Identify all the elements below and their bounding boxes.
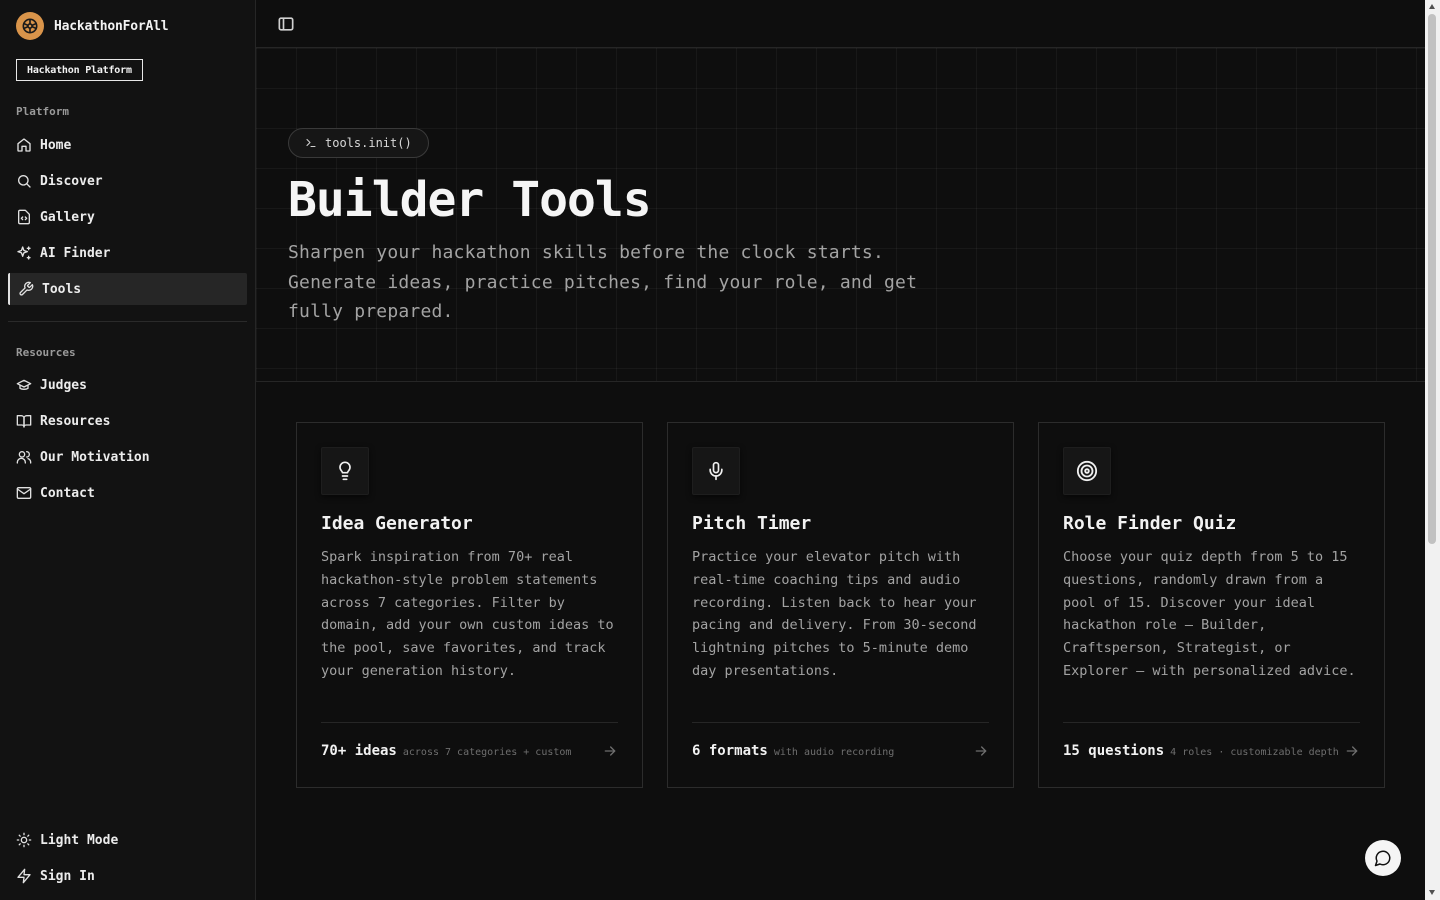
card-icon-box (692, 447, 740, 495)
arrow-right-icon[interactable] (1344, 743, 1360, 759)
card-title: Idea Generator (321, 513, 473, 534)
sidebar-item-label: Resources (40, 413, 111, 429)
brand-name: HackathonForAll (54, 18, 169, 34)
card-description: Spark inspiration from 70+ real hackatho… (321, 549, 614, 679)
arrow-right-icon[interactable] (602, 743, 618, 759)
sidebar-item-label: Tools (42, 281, 82, 297)
terminal-icon (306, 138, 316, 148)
graduation-cap-icon (16, 379, 32, 390)
scroll-down-arrow-icon[interactable] (1428, 888, 1436, 896)
card-description: Practice your elevator pitch with real-t… (692, 549, 977, 679)
panel-left-icon (278, 17, 294, 31)
card-stat-detail: 4 roles · customizable depth (1170, 747, 1339, 758)
sidebar-item-judges[interactable]: Judges (8, 369, 247, 401)
arrow-right-icon[interactable] (973, 743, 989, 759)
card-stat-detail: across 7 categories + custom (402, 747, 572, 758)
sidebar-toggle-button[interactable] (276, 14, 296, 34)
lightbulb-icon (339, 461, 351, 481)
brand-logo-icon (16, 12, 44, 40)
scrollbar-thumb[interactable] (1428, 14, 1436, 544)
light-mode-toggle[interactable]: Light Mode (8, 824, 247, 856)
sidebar: HackathonForAll Hackathon Platform Platf… (0, 0, 256, 900)
zap-icon (17, 868, 31, 884)
sidebar-item-ai-finder[interactable]: AI Finder (8, 237, 247, 269)
home-icon (17, 138, 31, 152)
sidebar-item-label: Judges (40, 377, 87, 393)
card-title: Role Finder Quiz (1063, 513, 1237, 534)
sidebar-item-discover[interactable]: Discover (8, 165, 247, 197)
card-stat: 15 questions 4 roles · customizable dept… (1063, 743, 1339, 759)
sidebar-item-resources[interactable]: Resources (8, 405, 247, 437)
card-divider (321, 722, 618, 723)
sidebar-item-label: AI Finder (40, 245, 111, 261)
sidebar-item-contact[interactable]: Contact (8, 477, 247, 509)
section-label-platform: Platform (16, 105, 69, 118)
users-icon (16, 451, 32, 464)
card-divider (692, 722, 989, 723)
card-stat: 6 formats with audio recording (692, 743, 894, 759)
chat-button[interactable] (1365, 840, 1401, 876)
platform-badge: Hackathon Platform (16, 59, 143, 81)
card-stat-value: 6 formats (692, 743, 768, 759)
scroll-up-arrow-icon[interactable] (1428, 3, 1436, 11)
card-idea-generator[interactable]: Idea Generator Spark inspiration from 70… (296, 422, 643, 788)
sidebar-item-home[interactable]: Home (8, 129, 247, 161)
sidebar-item-label: Discover (40, 173, 103, 189)
card-description: Choose your quiz depth from 5 to 15 ques… (1063, 549, 1356, 679)
sidebar-item-label: Light Mode (40, 832, 119, 848)
card-stat-value: 70+ ideas (321, 743, 397, 759)
message-circle-icon (1374, 850, 1391, 867)
hero-section: tools.init() Builder Tools Sharpen your … (256, 48, 1425, 382)
card-role-finder-quiz[interactable]: Role Finder Quiz Choose your quiz depth … (1038, 422, 1385, 788)
card-icon-box (321, 447, 369, 495)
mail-icon (16, 487, 32, 499)
sidebar-item-label: Gallery (40, 209, 95, 225)
wrench-icon (19, 281, 34, 296)
card-stat-value: 15 questions (1063, 743, 1165, 759)
terminal-pill: tools.init() (288, 128, 429, 158)
sparkles-icon (17, 246, 31, 260)
target-icon (1076, 460, 1098, 482)
sun-icon (16, 832, 32, 848)
code-file-icon (18, 209, 30, 225)
card-stat-detail: with audio recording (773, 747, 895, 758)
sidebar-item-label: Contact (40, 485, 95, 501)
sign-in-button[interactable]: Sign In (8, 860, 247, 892)
card-divider (1063, 722, 1360, 723)
sidebar-divider (8, 321, 247, 322)
page-title: Builder Tools (288, 172, 652, 228)
book-open-icon (16, 415, 32, 428)
sidebar-item-label: Sign In (40, 868, 95, 884)
sidebar-item-label: Home (40, 137, 72, 153)
sidebar-item-tools[interactable]: Tools (8, 273, 247, 305)
section-label-resources: Resources (16, 346, 76, 359)
card-icon-box (1063, 447, 1111, 495)
card-title: Pitch Timer (692, 513, 812, 534)
brand[interactable]: HackathonForAll (16, 12, 169, 40)
topbar (256, 0, 1425, 48)
search-icon (18, 175, 31, 188)
page-subtitle: Sharpen your hackathon skills before the… (288, 242, 918, 322)
pill-text: tools.init() (325, 136, 412, 150)
card-pitch-timer[interactable]: Pitch Timer Practice your elevator pitch… (667, 422, 1014, 788)
sidebar-item-label: Our Motivation (40, 449, 150, 465)
sidebar-item-our-motivation[interactable]: Our Motivation (8, 441, 247, 473)
microphone-icon (709, 461, 723, 481)
card-stat: 70+ ideas across 7 categories + custom (321, 743, 571, 759)
sidebar-item-gallery[interactable]: Gallery (8, 201, 247, 233)
